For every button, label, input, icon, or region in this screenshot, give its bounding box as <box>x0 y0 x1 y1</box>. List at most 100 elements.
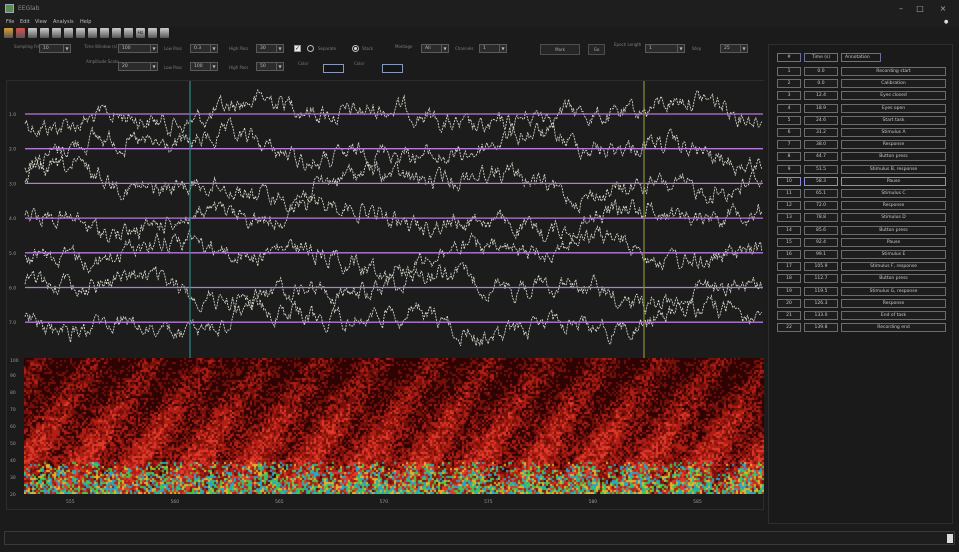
annotation-row[interactable]: 3 12.4 Eyes closed <box>769 91 954 101</box>
annotation-cell-time: 18.9 <box>804 103 838 113</box>
layers-icon[interactable] <box>160 28 169 38</box>
annotation-row[interactable]: 22 139.8 Recording end <box>769 323 954 333</box>
annotation-cell-label: End of task <box>841 311 946 320</box>
time-tick-label: 565 <box>275 499 284 505</box>
annotation-row[interactable]: 2 0.0 Calibration <box>769 79 954 89</box>
channels-select[interactable]: 1 ▼ <box>479 44 507 53</box>
y-tick-label: 2.0 <box>9 147 16 153</box>
options-icon[interactable]: ● <box>944 19 948 25</box>
annotation-row[interactable]: 18 112.7 Button press <box>769 274 954 284</box>
annotation-cell-label: Stimulus A <box>841 128 946 137</box>
hz-icon[interactable]: Hz <box>136 28 145 38</box>
time-window-select[interactable]: 100 ▼ <box>118 44 158 53</box>
y-tick-label: 3.0 <box>9 181 16 187</box>
maximize-button[interactable]: □ <box>914 3 926 14</box>
annotation-cell-time: 126.3 <box>804 298 838 308</box>
annotation-cell-label: Response <box>841 201 946 211</box>
annotation-row[interactable]: 4 18.9 Eyes open <box>769 103 954 114</box>
annotation-row[interactable]: 5 24.6 Start task <box>769 115 954 126</box>
step-label: Step <box>692 46 702 51</box>
settings-icon[interactable] <box>100 28 109 38</box>
mark-button[interactable]: Mark <box>540 44 580 55</box>
annotation-cell-label: Recording start <box>841 67 946 76</box>
annotation-cell-label: Response <box>841 140 946 150</box>
col-header-annotation[interactable]: Annotation <box>841 53 881 62</box>
annotation-row[interactable]: 15 92.4 Pause <box>769 237 954 248</box>
scrollbar-handle[interactable] <box>947 534 953 543</box>
annotation-row[interactable]: 12 72.0 Response <box>769 201 954 211</box>
minimize-button[interactable]: – <box>895 3 907 14</box>
time-tick-label: 575 <box>484 499 493 505</box>
montage-select[interactable]: All ▼ <box>421 44 449 53</box>
chevron-down-icon: ▼ <box>740 45 747 52</box>
zoom-in-icon[interactable] <box>76 28 85 38</box>
plot-panel: 1.0 2.0 3.0 4.0 5.0 6.0 7.0 20 30 40 50 60 70 80 90 10… <box>6 80 765 510</box>
signal-plot[interactable]: 1.0 2.0 3.0 4.0 5.0 6.0 7.0 <box>7 81 765 358</box>
menu-help[interactable]: Help <box>80 19 91 25</box>
menu-bar: File Edit View Analysis Help ● <box>0 18 959 27</box>
amplitude-select[interactable]: 20 ▼ <box>118 62 158 71</box>
annotation-cell-id: 11 <box>777 189 801 198</box>
close-button[interactable]: × <box>937 3 949 14</box>
annotation-cell-time: 24.6 <box>804 115 838 125</box>
parameter-panel: Sampling Frequency 10 ▼ Time Window (s) 1… <box>0 40 766 76</box>
save-icon[interactable] <box>40 28 49 38</box>
document-icon[interactable] <box>28 28 37 38</box>
y-tick-label: 6.0 <box>9 286 16 292</box>
annotation-icon[interactable] <box>148 28 157 38</box>
annotation-cell-time: 85.6 <box>804 225 838 235</box>
low-pass-select[interactable]: 0.3 ▼ <box>190 44 218 53</box>
export-icon[interactable] <box>52 28 61 38</box>
annotation-cell-label: Stimulus F, response <box>841 262 946 272</box>
open-icon[interactable] <box>4 28 13 38</box>
filter-icon[interactable] <box>112 28 121 38</box>
color1-label: Color <box>298 61 309 66</box>
annotation-row[interactable]: 14 85.6 Button press <box>769 225 954 236</box>
eraser-icon[interactable] <box>16 28 25 38</box>
annotation-row[interactable]: 21 133.0 End of task <box>769 311 954 321</box>
home-icon[interactable] <box>64 28 73 38</box>
annotation-row[interactable]: 17 105.9 Stimulus F, response <box>769 262 954 272</box>
spectrogram[interactable]: 20 30 40 50 60 70 80 90 100 555 560 565 570 575 580 585 <box>7 358 765 508</box>
high-pass-select[interactable]: 30 ▼ <box>256 44 284 53</box>
menu-edit[interactable]: Edit <box>20 19 30 25</box>
grid-icon[interactable] <box>124 28 133 38</box>
color-swatch-1[interactable] <box>323 64 344 73</box>
chevron-down-icon: ▼ <box>677 45 684 52</box>
annotation-row[interactable]: 10 58.3 Pause <box>769 176 954 187</box>
annotation-cell-label: Stimulus G, response <box>841 286 946 296</box>
order-select[interactable]: 50 ▼ <box>256 62 284 71</box>
annotation-row[interactable]: 20 126.3 Response <box>769 298 954 309</box>
time-tick-label: 580 <box>589 499 598 505</box>
annotation-row[interactable]: 13 78.8 Stimulus D <box>769 213 954 223</box>
col-header-time[interactable]: Time (s) <box>804 53 838 62</box>
col-header-id[interactable]: # <box>777 53 801 62</box>
menu-file[interactable]: File <box>6 19 14 25</box>
annotation-row[interactable]: 1 0.0 Recording start <box>769 67 954 77</box>
chevron-down-icon: ▼ <box>63 45 70 52</box>
annotation-cell-time: 99.1 <box>804 250 838 259</box>
annotation-row[interactable]: 9 51.5 Stimulus B, response <box>769 164 954 175</box>
menu-analysis[interactable]: Analysis <box>53 19 74 25</box>
annotation-row[interactable]: 11 65.1 Stimulus C <box>769 189 954 199</box>
annotation-row[interactable]: 6 31.2 Stimulus A <box>769 128 954 138</box>
fs-select[interactable]: 10 ▼ <box>39 44 71 53</box>
stack-radio[interactable] <box>352 45 359 52</box>
menu-view[interactable]: View <box>35 19 47 25</box>
montage-label: Montage <box>395 44 413 49</box>
go-button[interactable]: Go <box>588 44 605 55</box>
epoch-select[interactable]: 1 ▼ <box>645 44 685 53</box>
annotation-row[interactable]: 16 99.1 Stimulus E <box>769 250 954 260</box>
color-swatch-2[interactable] <box>382 64 403 73</box>
annotation-row[interactable]: 8 44.7 Button press <box>769 152 954 162</box>
notch-select[interactable]: 100 ▼ <box>190 62 218 71</box>
overlay-checkbox[interactable]: ✓ <box>294 45 301 52</box>
step-select[interactable]: 25 ▼ <box>720 44 748 53</box>
chevron-down-icon: ▼ <box>210 63 217 70</box>
separate-radio[interactable] <box>307 45 314 52</box>
zoom-out-icon[interactable] <box>88 28 97 38</box>
annotation-cell-time: 112.7 <box>804 274 838 284</box>
annotation-cell-label: Pause <box>841 237 946 247</box>
annotation-row[interactable]: 19 119.5 Stimulus G, response <box>769 286 954 297</box>
annotation-row[interactable]: 7 38.0 Response <box>769 140 954 150</box>
